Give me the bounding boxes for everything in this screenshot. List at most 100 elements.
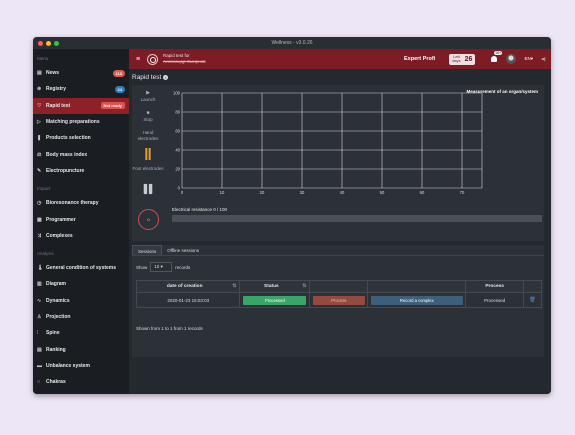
sidebar-item-label: Diagram — [46, 281, 67, 288]
sidebar-item-news[interactable]: ▤ News 113 — [33, 65, 129, 81]
table-header-row: date of creation ⇅ Status ⇅ Process — [135, 280, 542, 293]
hand-electrodes-label: Hand electrodes — [137, 130, 159, 141]
info-icon[interactable]: i — [163, 75, 169, 80]
y-tick-label: 60 — [175, 129, 180, 134]
sidebar-item-label: Spine — [46, 330, 60, 337]
days-left-label-2: days — [452, 58, 461, 63]
sidebar-item-dynamics[interactable]: ∿ Dynamics — [33, 293, 129, 309]
notifications-bell-icon[interactable]: 99+ — [489, 51, 503, 64]
sidebar-item-label: Ranking — [46, 346, 66, 353]
window-title: Wellness - v3.0.26 — [271, 40, 313, 46]
sidebar-item-matching-preparations[interactable]: ▷ Matching preparations — [33, 114, 129, 130]
play-icon: ▷ — [37, 119, 41, 126]
tab-sessions[interactable]: Sessions — [132, 245, 163, 255]
sidebar-item-label: Projection — [46, 314, 71, 320]
sidebar-item-rapid-test[interactable]: ♡ Rapid test Not ready — [33, 97, 129, 114]
x-tick-label: 30 — [300, 190, 305, 195]
sidebar-item-general-condition[interactable]: 🌡 General condition of systems — [33, 260, 129, 276]
sidebar-item-label: Unbalance system — [46, 362, 90, 369]
launch-button[interactable]: ▶ Launch — [132, 90, 164, 102]
sidebar-item-programmer[interactable]: ▦ Programmer — [33, 211, 129, 227]
sidebar-item-unbalance-system[interactable]: ▬ Unbalance system — [33, 358, 129, 374]
sidebar-item-electropuncture[interactable]: ✎ Electropuncture — [33, 163, 129, 179]
sidebar-item-body-mass-index[interactable]: ⚖ Body mass index — [33, 146, 129, 162]
status-badge: Processed — [243, 295, 307, 305]
tab-offline-sessions[interactable]: Offline sessions — [162, 245, 204, 255]
not-ready-badge: Not ready — [100, 102, 125, 110]
clock-icon: ◷ — [37, 200, 42, 207]
column-process-action — [309, 280, 369, 293]
sidebar-item-label: News — [46, 70, 60, 77]
records-label: records — [175, 264, 191, 270]
language-selector[interactable]: EN▾ — [524, 56, 533, 62]
products-icon: ❚ — [37, 135, 42, 142]
sessions-table: date of creation ⇅ Status ⇅ Process 2020… — [135, 280, 542, 308]
sidebar-item-label: Electropuncture — [46, 167, 85, 174]
sessions-panel: Sessions Offline sessions Show 10 ▾ reco… — [132, 245, 544, 357]
sidebar-item-spine[interactable]: ⫶ Spine — [33, 325, 129, 341]
sidebar-item-label: Products selection — [46, 135, 91, 142]
days-left-value: 26 — [464, 55, 473, 63]
minimize-window-button[interactable] — [46, 40, 51, 46]
app-window: Wellness - v3.0.26 Menu ▤ News 113 ⊛ Regist… — [33, 37, 551, 394]
trash-icon[interactable]: 🗑 — [529, 297, 535, 303]
share-icon[interactable]: ⋖ — [541, 56, 546, 63]
patient-name: Александр Смирнов — [163, 59, 206, 64]
column-date-of-creation[interactable]: date of creation ⇅ — [135, 280, 241, 293]
search-icon[interactable] — [147, 53, 158, 65]
x-tick-label: 70 — [460, 190, 465, 195]
main-content: Rapid test i ▶ Launch ■ Stop Hand electro… — [129, 69, 551, 394]
unbalance-icon: ▬ — [37, 362, 42, 369]
sort-icon: ⇅ — [302, 284, 307, 289]
notifications-count: 99+ — [494, 51, 503, 55]
column-status[interactable]: Status ⇅ — [239, 280, 311, 293]
y-tick-label: 40 — [175, 148, 180, 153]
sidebar-item-chakras[interactable]: ○ Chakras — [33, 374, 129, 390]
stop-label: Stop — [143, 116, 153, 122]
sidebar-item-label: Matching preparations — [46, 119, 100, 126]
record-cell: Record a complex — [367, 292, 467, 308]
avatar[interactable] — [506, 54, 517, 64]
column-label: Status — [264, 284, 279, 289]
sidebar-item-bioresonance-therapy[interactable]: ◷ Bioresonance therapy — [33, 195, 129, 211]
sidebar-item-registry[interactable]: ⊛ Registry 24 — [33, 81, 129, 97]
patient-info[interactable]: Rapid test for Александр Смирнов — [163, 53, 206, 65]
thermometer-icon: 🌡 — [37, 265, 44, 272]
registry-count-badge: 24 — [114, 85, 125, 93]
column-record-action — [367, 280, 467, 293]
process-button[interactable]: Process — [312, 295, 365, 305]
y-tick-label: 100 — [173, 91, 181, 96]
days-left-badge: Left days 26 — [449, 53, 476, 65]
foot-electrodes[interactable] — [132, 183, 164, 196]
sidebar-item-products-selection[interactable]: ❚ Products selection — [33, 130, 129, 146]
record-complex-button[interactable]: Record a complex — [370, 295, 463, 305]
records-per-page-select[interactable]: 10 ▾ — [150, 262, 173, 272]
pen-icon: ✎ — [37, 167, 42, 174]
sidebar-item-ranking[interactable]: ▤ Ranking — [33, 341, 129, 357]
sidebar-item-diagram[interactable]: ▥ Diagram — [33, 276, 129, 292]
x-tick-label: 50 — [380, 190, 385, 195]
x-tick-label: 40 — [340, 190, 345, 195]
ranking-icon: ▤ — [37, 346, 42, 353]
measurement-panel: ▶ Launch ■ Stop Hand electrodes Foot ele… — [132, 85, 544, 241]
x-tick-label: 10 — [220, 190, 225, 195]
launch-label: Launch — [140, 96, 156, 102]
close-window-button[interactable] — [38, 40, 43, 46]
process-status: Processed — [465, 292, 525, 308]
table-footer: Shown from 1 to 1 from 1 records — [136, 326, 203, 331]
dynamics-icon: ∿ — [37, 297, 42, 304]
sidebar-item-label: General condition of systems — [46, 265, 117, 272]
spine-icon: ⫶ — [37, 330, 39, 337]
sidebar-item-label: Rapid test — [46, 102, 71, 109]
maximize-window-button[interactable] — [54, 40, 59, 46]
sidebar-item-label: Bioresonance therapy — [46, 200, 99, 207]
stop-button[interactable]: ■ Stop — [132, 110, 164, 122]
electrical-resistance-label: Electrical resistance 0 / 100 — [172, 207, 228, 212]
sidebar-item-complexes[interactable]: ⤨ Complexes — [33, 228, 129, 244]
hand-electrodes[interactable] — [132, 148, 164, 161]
sidebar-item-label: Dynamics — [46, 297, 70, 304]
chakra-icon: ○ — [37, 379, 41, 386]
sidebar-item-projection[interactable]: ♙ Projection — [33, 309, 129, 325]
hamburger-menu-icon[interactable]: ≡ — [132, 56, 144, 63]
sidebar: Menu ▤ News 113 ⊛ Registry 24 ♡ Rapid test Not… — [33, 49, 129, 394]
